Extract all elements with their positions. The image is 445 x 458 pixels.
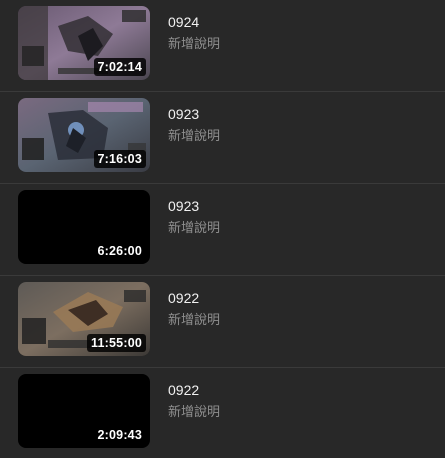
duration-badge: 2:09:43: [93, 426, 146, 444]
video-description[interactable]: 新增說明: [168, 220, 220, 236]
duration-badge: 6:26:00: [93, 242, 146, 260]
video-title[interactable]: 0924: [168, 14, 199, 30]
video-thumbnail[interactable]: 11:55:00: [18, 282, 150, 356]
duration-badge: 11:55:00: [87, 334, 146, 352]
video-description[interactable]: 新增說明: [168, 404, 220, 420]
video-thumbnail[interactable]: 7:16:03: [18, 98, 150, 172]
video-row[interactable]: 2:09:43 0922 新增說明: [0, 368, 445, 458]
video-thumbnail[interactable]: 7:02:14: [18, 6, 150, 80]
video-title[interactable]: 0923: [168, 106, 199, 122]
video-title[interactable]: 0922: [168, 290, 199, 306]
video-description[interactable]: 新增說明: [168, 36, 220, 52]
video-row[interactable]: 7:02:14 0924 新增說明: [0, 0, 445, 92]
video-row[interactable]: 7:16:03 0923 新增說明: [0, 92, 445, 184]
video-thumbnail[interactable]: 6:26:00: [18, 190, 150, 264]
duration-badge: 7:02:14: [93, 58, 146, 76]
video-list: 7:02:14 0924 新增說明 7:16:03 0923 新增說明 6:26…: [0, 0, 445, 458]
video-title[interactable]: 0922: [168, 382, 199, 398]
video-thumbnail[interactable]: 2:09:43: [18, 374, 150, 448]
video-description[interactable]: 新增說明: [168, 128, 220, 144]
video-row[interactable]: 6:26:00 0923 新增說明: [0, 184, 445, 276]
video-description[interactable]: 新增說明: [168, 312, 220, 328]
video-row[interactable]: 11:55:00 0922 新增說明: [0, 276, 445, 368]
duration-badge: 7:16:03: [93, 150, 146, 168]
video-title[interactable]: 0923: [168, 198, 199, 214]
